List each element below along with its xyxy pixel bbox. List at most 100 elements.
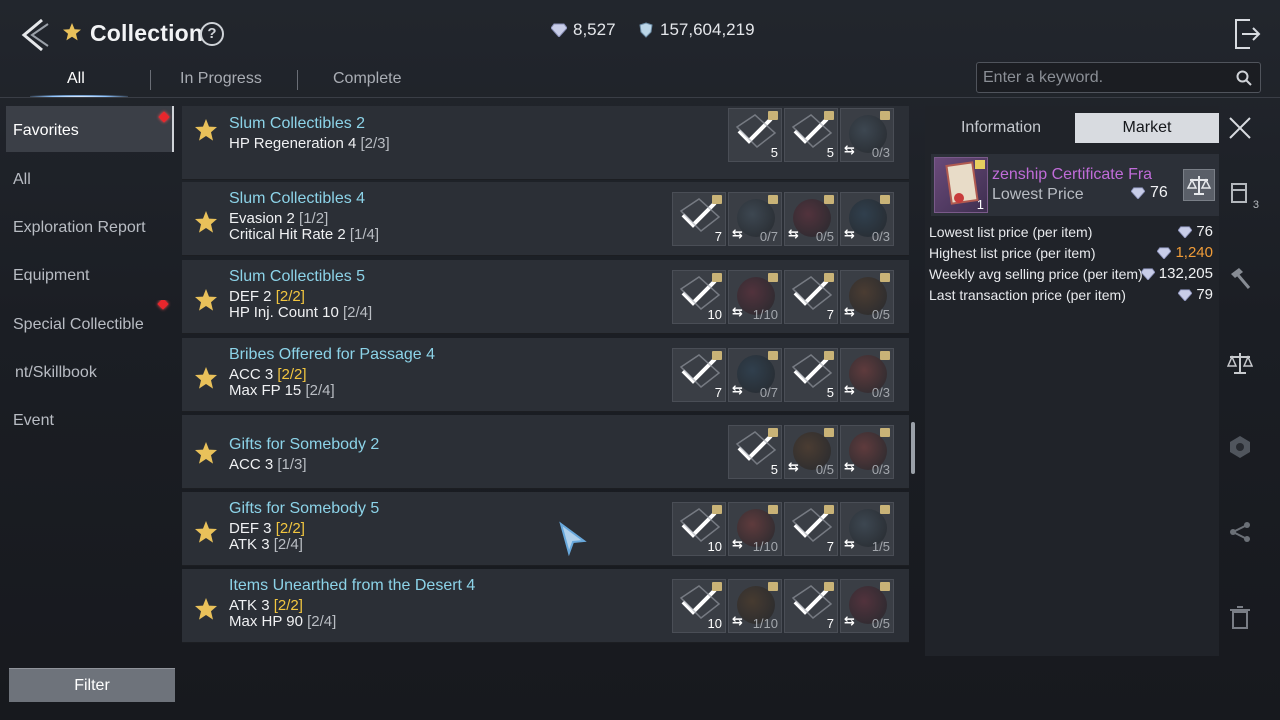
swap-icon: ⇆ — [788, 459, 799, 474]
lock-icon — [824, 351, 834, 360]
favorite-star-icon[interactable] — [194, 520, 218, 544]
sidebar-item-label: Equipment — [13, 267, 90, 284]
favorite-star-icon[interactable] — [194, 597, 218, 621]
favorite-star-icon[interactable] — [194, 441, 218, 465]
toolbar-hammer-button[interactable] — [1227, 266, 1253, 292]
filter-button[interactable]: Filter — [9, 668, 175, 702]
toolbar-trash-button[interactable] — [1227, 604, 1253, 630]
collected-slot[interactable]: 7 — [672, 192, 726, 246]
item-slot[interactable]: ⇆ 0/7 — [728, 192, 782, 246]
close-icon[interactable] — [1228, 116, 1252, 140]
collected-slot[interactable]: 7 — [672, 348, 726, 402]
item-slot[interactable]: ⇆ 0/5 — [840, 270, 894, 324]
toolbar-badge: 3 — [1252, 199, 1259, 211]
lock-icon — [768, 111, 778, 120]
collected-slot[interactable]: 10 — [672, 579, 726, 633]
slot-quantity: 5 — [770, 145, 778, 160]
collection-row[interactable]: Bribes Offered for Passage 4 ACC 3 [2/2] M… — [182, 338, 909, 412]
item-slot[interactable]: ⇆ 0/3 — [840, 192, 894, 246]
hexagon-icon — [1230, 436, 1250, 458]
tab-in-progress[interactable]: In Progress — [180, 70, 262, 88]
collection-name: Bribes Offered for Passage 4 — [229, 346, 436, 363]
sidebar-item-exploration-report[interactable]: Exploration Report — [6, 203, 174, 249]
item-slot[interactable]: ⇆ 0/3 — [840, 425, 894, 479]
stat-bonus: Max FP 15 [2/4] — [229, 382, 335, 399]
sidebar-item-special-collectible[interactable]: Special Collectible — [6, 300, 174, 346]
slot-progress: 0/3 — [871, 385, 890, 400]
tab-market[interactable]: Market — [1075, 113, 1219, 143]
tab-all[interactable]: All — [67, 70, 85, 88]
collected-slot[interactable]: 5 — [728, 108, 782, 162]
stat-progress: [2/2] — [277, 366, 307, 383]
tab-complete[interactable]: Complete — [333, 70, 401, 88]
collection-name: Gifts for Somebody 5 — [229, 500, 380, 517]
back-icon[interactable] — [18, 16, 54, 54]
slot-progress: 0/3 — [871, 145, 890, 160]
collected-slot[interactable]: 7 — [784, 502, 838, 556]
favorite-star-icon[interactable] — [194, 288, 218, 312]
stat-bonus: HP Regeneration 4 [2/3] — [229, 135, 390, 152]
stat-progress: [2/3] — [360, 135, 390, 152]
sidebar-item-skillbook[interactable]: nt/Skillbook — [6, 348, 174, 394]
item-slot[interactable]: ⇆ 1/10 — [728, 579, 782, 633]
sidebar-item-equipment[interactable]: Equipment — [6, 251, 174, 297]
list-scrollbar[interactable] — [911, 422, 915, 474]
lock-icon — [712, 351, 722, 360]
swap-icon: ⇆ — [732, 382, 743, 397]
collection-row[interactable]: Gifts for Somebody 2 ACC 3 [1/3] 5 ⇆ 0/5 … — [182, 415, 909, 489]
storage-icon — [1231, 183, 1247, 203]
favorite-star-icon[interactable] — [194, 366, 218, 390]
stat-progress: [1/3] — [277, 456, 307, 473]
item-slot[interactable]: ⇆ 0/5 — [784, 425, 838, 479]
stat-progress: [1/4] — [349, 226, 380, 243]
item-slot[interactable]: ⇆ 0/7 — [728, 348, 782, 402]
stat-progress: [2/2] — [275, 520, 305, 537]
item-slot[interactable]: ⇆ 0/5 — [840, 579, 894, 633]
exit-icon[interactable] — [1232, 16, 1262, 52]
toolbar-hexagon-button[interactable] — [1227, 434, 1253, 460]
slot-quantity: 5 — [770, 462, 778, 477]
collection-row[interactable]: Slum Collectibles 4 Evasion 2 [1/2] Critic… — [182, 182, 909, 256]
lock-icon — [712, 582, 722, 591]
help-icon[interactable]: ? — [200, 22, 224, 46]
item-slot[interactable]: ⇆ 1/10 — [728, 502, 782, 556]
collection-row[interactable]: Slum Collectibles 5 DEF 2 [2/2] HP Inj. Co… — [182, 260, 909, 334]
collection-row[interactable]: Slum Collectibles 2 HP Regeneration 4 [2/… — [182, 106, 909, 180]
price-compare-button[interactable] — [1183, 169, 1215, 201]
lock-icon — [880, 505, 890, 514]
alert-badge — [157, 300, 169, 310]
collected-slot[interactable]: 5 — [784, 108, 838, 162]
stat-bonus: Max HP 90 [2/4] — [229, 613, 336, 630]
item-slot[interactable]: ⇆ 1/5 — [840, 502, 894, 556]
toolbar-storage-button[interactable]: 3 — [1227, 181, 1259, 211]
sidebar-item-favorites[interactable]: Favorites — [6, 106, 174, 152]
item-slot[interactable]: ⇆ 0/3 — [840, 108, 894, 162]
currency-value: 8,527 — [573, 20, 616, 39]
market-item-card[interactable]: 1 zenship Certificate Fra Lowest Price 7… — [931, 154, 1219, 216]
collected-slot[interactable]: 10 — [672, 270, 726, 324]
collected-slot[interactable]: 10 — [672, 502, 726, 556]
sidebar-item-event[interactable]: Event — [6, 396, 174, 442]
collection-row[interactable]: Items Unearthed from the Desert 4 ATK 3 [… — [182, 569, 909, 643]
diamond-icon — [1131, 187, 1145, 199]
search-icon[interactable] — [1236, 70, 1252, 86]
sidebar-item-all[interactable]: All — [6, 155, 174, 201]
slot-quantity: 7 — [714, 229, 722, 244]
collected-slot[interactable]: 5 — [728, 425, 782, 479]
item-slot[interactable]: ⇆ 0/5 — [784, 192, 838, 246]
collected-slot[interactable]: 7 — [784, 579, 838, 633]
item-slot[interactable]: ⇆ 1/10 — [728, 270, 782, 324]
header-divider — [0, 97, 1280, 98]
collected-slot[interactable]: 7 — [784, 270, 838, 324]
favorite-star-icon[interactable] — [194, 118, 218, 142]
item-slot[interactable]: ⇆ 0/3 — [840, 348, 894, 402]
favorite-star-icon[interactable] — [194, 210, 218, 234]
search-input[interactable] — [983, 66, 1233, 90]
toolbar-scale-button[interactable] — [1226, 350, 1254, 376]
collected-slot[interactable]: 5 — [784, 348, 838, 402]
diamond-icon — [1140, 267, 1155, 280]
toolbar-share-button[interactable] — [1227, 519, 1253, 545]
tab-information[interactable]: Information — [929, 113, 1073, 143]
collection-row[interactable]: Gifts for Somebody 5 DEF 3 [2/2] ATK 3 [2/… — [182, 492, 909, 566]
lowest-price-value: 76 — [1131, 184, 1168, 202]
